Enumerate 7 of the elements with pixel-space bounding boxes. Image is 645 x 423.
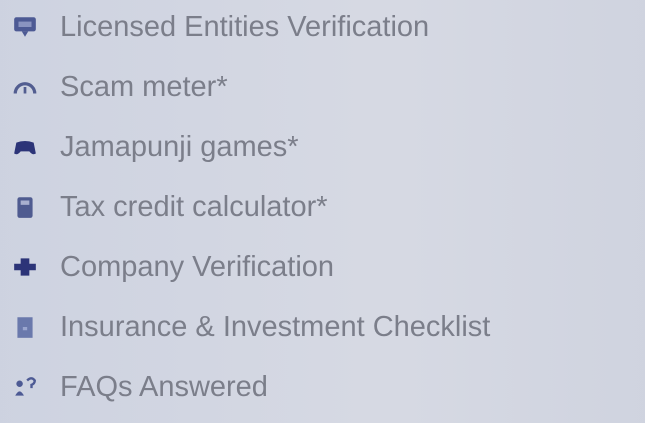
menu-link[interactable]: Licensed Entities Verification xyxy=(60,10,430,44)
menu-link[interactable]: Insurance & Investment Checklist xyxy=(60,310,490,344)
menu-link[interactable]: FAQs Answered xyxy=(60,370,268,404)
menu-link[interactable]: Tax credit calculator* xyxy=(60,190,328,224)
menu-link[interactable]: Scam meter* xyxy=(60,70,228,104)
menu-link[interactable]: Jamapunji games* xyxy=(60,130,299,164)
menu-link[interactable]: Company Verification xyxy=(60,250,334,284)
